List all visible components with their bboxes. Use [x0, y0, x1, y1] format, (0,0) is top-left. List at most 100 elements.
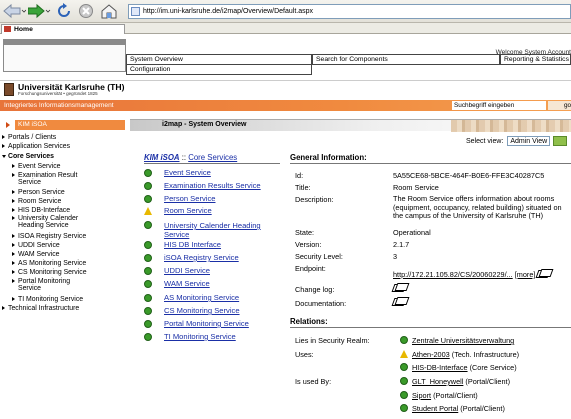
sidebar-item-examination-result-service[interactable]: Examination Result Service	[12, 172, 77, 186]
security-value: 3	[393, 252, 398, 261]
sidebar-item-wam-service[interactable]: WAM Service	[12, 251, 59, 258]
document-icon[interactable]	[393, 297, 406, 305]
collapsed-triangle-icon	[12, 173, 15, 177]
sidebar-selected-label: KIM iSOA	[18, 121, 47, 128]
relation-link[interactable]: Student Portal	[412, 404, 458, 413]
nav-search-components[interactable]: Search for Components	[312, 54, 500, 65]
sidebar-item-event-service[interactable]: Event Service	[12, 163, 61, 170]
collapsed-triangle-icon	[2, 306, 5, 310]
title-label: Title:	[295, 183, 311, 192]
sidebar: KIM iSOA Portals / Clients Application S…	[0, 111, 130, 419]
select-view-go-button[interactable]	[553, 136, 568, 146]
relation-type: (Core Service)	[469, 363, 517, 372]
relation-link[interactable]: Siport	[412, 391, 431, 400]
expanded-triangle-icon	[2, 155, 6, 158]
content-title-bar: i2map - System Overview	[130, 119, 571, 132]
usedby-label: Is used By:	[295, 377, 332, 386]
decorative-banner	[451, 120, 571, 132]
changelog-label: Change log:	[295, 285, 335, 294]
realm-label: Lies in Security Realm:	[295, 336, 370, 345]
collapsed-triangle-icon	[12, 208, 15, 212]
sidebar-item-portals-clients[interactable]: Portals / Clients	[2, 134, 56, 141]
top-logo-box	[3, 39, 126, 72]
back-arrow-icon[interactable]	[2, 3, 26, 19]
status-ok-icon	[144, 320, 152, 328]
sidebar-item-portal-monitoring[interactable]: Portal Monitoring Service	[12, 278, 70, 292]
stop-icon[interactable]	[78, 3, 94, 19]
site-search-input[interactable]: Suchbegriff eingeben	[452, 101, 546, 110]
forward-arrow-icon[interactable]	[28, 3, 52, 19]
status-ok-icon	[144, 241, 152, 249]
status-ok-icon	[400, 377, 408, 385]
warning-icon	[400, 350, 408, 358]
university-logo	[4, 83, 14, 96]
relation-entry: GLT_Honeywell (Portal/Client)	[400, 377, 510, 386]
relation-type: (Portal/Client)	[433, 391, 478, 400]
sidebar-item-uddi-service[interactable]: UDDI Service	[12, 242, 60, 249]
state-label: State:	[295, 228, 315, 237]
relation-link[interactable]: HIS-DB-Interface	[412, 363, 468, 372]
id-value: 5A55CE68-5BCE-464F-B0E6-FFE3C40287C5	[393, 171, 545, 180]
version-value: 2.1.7	[393, 240, 410, 249]
collapsed-triangle-icon	[12, 279, 15, 283]
browser-toolbar: http://im.uni-karlsruhe.de/i2map/Overvie…	[0, 0, 571, 23]
status-ok-icon	[144, 267, 152, 275]
tab-favicon-icon	[4, 26, 11, 32]
status-ok-icon	[400, 404, 408, 412]
sidebar-item-room-service[interactable]: Room Service	[12, 198, 61, 205]
document-icon[interactable]	[537, 269, 550, 277]
sidebar-item-application-services[interactable]: Application Services	[2, 143, 70, 150]
reload-icon[interactable]	[56, 3, 72, 19]
home-icon[interactable]	[100, 3, 118, 19]
tab-home[interactable]: Home	[1, 24, 125, 34]
sidebar-item-core-services[interactable]: Core Services	[2, 153, 54, 160]
main-content: i2map - System Overview Select view: Adm…	[130, 111, 571, 419]
status-ok-icon	[400, 391, 408, 399]
sidebar-item-as-monitoring[interactable]: AS Monitoring Service	[12, 260, 86, 267]
nav-configuration[interactable]: Configuration	[126, 64, 312, 75]
breadcrumb: KIM iSOA :: Core Services	[144, 153, 237, 162]
collapsed-triangle-icon	[12, 270, 15, 274]
site-search-go-button[interactable]: go	[548, 101, 571, 110]
realm-entry: Zentrale Universitätsverwaltung	[400, 336, 514, 345]
sidebar-item-university-calender[interactable]: University Calender Heading Service	[12, 215, 78, 229]
realm-link[interactable]: Zentrale Universitätsverwaltung	[412, 336, 514, 345]
page-icon	[131, 7, 140, 16]
relation-entry: HIS-DB-Interface (Core Service)	[400, 363, 517, 372]
status-ok-icon	[144, 294, 152, 302]
relation-link[interactable]: GLT_Honeywell	[412, 377, 463, 386]
collapsed-triangle-icon	[12, 252, 15, 256]
breadcrumb-leaf-link[interactable]: Core Services	[188, 153, 237, 162]
arrow-right-icon	[6, 122, 10, 128]
relation-link[interactable]: Athen-2003	[412, 350, 450, 359]
orangebar-title: Integriertes Informationsmanagement	[4, 102, 114, 109]
sidebar-selected-kim-isoa[interactable]: KIM iSOA	[6, 120, 125, 130]
sidebar-item-ti-monitoring[interactable]: TI Monitoring Service	[12, 296, 83, 303]
divider	[144, 163, 280, 164]
relation-type: (Tech. Infrastructure)	[451, 350, 520, 359]
sidebar-item-person-service[interactable]: Person Service	[12, 189, 65, 196]
sidebar-item-cs-monitoring[interactable]: CS Monitoring Service	[12, 269, 87, 276]
breadcrumb-root-link[interactable]: KIM iSOA	[144, 153, 180, 162]
description-value: The Room Service offers information abou…	[393, 194, 562, 220]
breadcrumb-separator: ::	[181, 153, 187, 162]
status-ok-icon	[400, 336, 408, 344]
sidebar-item-technical-infrastructure[interactable]: Technical Infrastructure	[2, 305, 79, 312]
select-view-dropdown[interactable]: Admin View	[507, 136, 551, 146]
status-ok-icon	[144, 307, 152, 315]
orange-search-bar: Integriertes Informationsmanagement Such…	[0, 100, 571, 111]
title-value: Room Service	[393, 183, 439, 192]
sidebar-item-isoa-registry-service[interactable]: ISOA Registry Service	[12, 233, 86, 240]
endpoint-link[interactable]: http://172.21.105.82/CS/20060229/...	[393, 270, 513, 279]
sidebar-item-his-db-interface[interactable]: HIS DB-Interface	[12, 207, 70, 214]
document-icon[interactable]	[393, 283, 406, 291]
url-bar[interactable]: http://im.uni-karlsruhe.de/i2map/Overvie…	[128, 4, 571, 19]
status-ok-icon	[400, 363, 408, 371]
collapsed-triangle-icon	[12, 216, 15, 220]
endpoint-value: http://172.21.105.82/CS/20060229/... [mo…	[393, 269, 550, 279]
collapsed-triangle-icon	[12, 164, 15, 168]
endpoint-more-link[interactable]: [more]	[515, 270, 536, 279]
general-info-heading: General Information:	[290, 153, 367, 162]
select-view-label: Select view:	[466, 138, 504, 145]
tab-home-label: Home	[14, 26, 33, 33]
